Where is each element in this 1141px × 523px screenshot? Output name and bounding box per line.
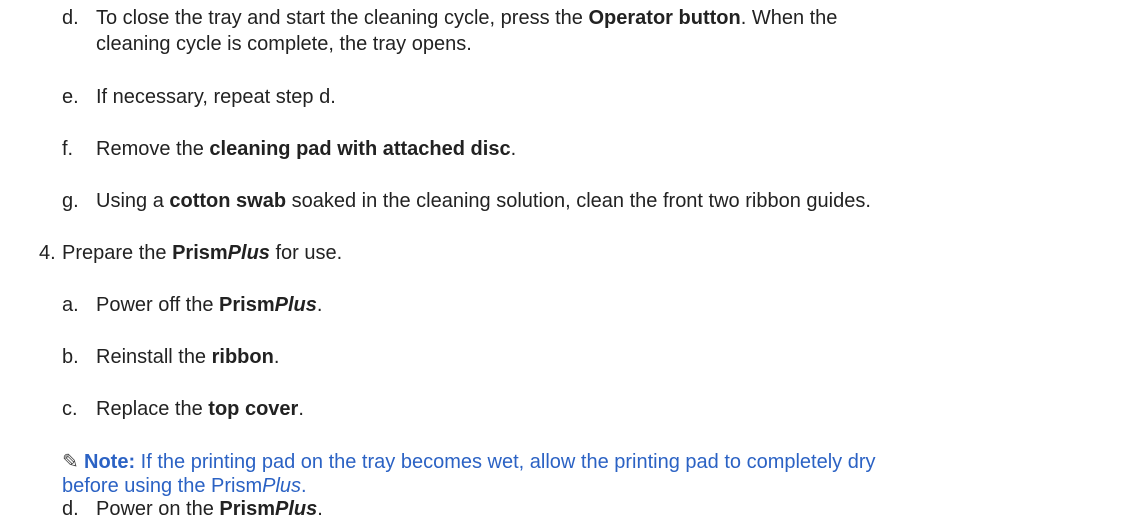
document-page: d. To close the tray and start the clean…: [0, 0, 1141, 523]
list-item-text: If necessary, repeat step d.: [96, 86, 336, 108]
list-item-text: To close the tray and start the cleaning…: [96, 7, 838, 29]
note-label: Note:: [84, 451, 136, 473]
list-marker: c.: [62, 398, 78, 420]
note-callout: ✎ Note: If the printing pad on the tray b…: [62, 450, 876, 474]
list-item-text: Power on the PrismPlus.: [96, 498, 323, 520]
list-marker: b.: [62, 346, 79, 368]
list-marker: g.: [62, 190, 79, 212]
list-marker: a.: [62, 294, 79, 316]
list-item-text: Reinstall the ribbon.: [96, 346, 280, 368]
note-text-line1: If the printing pad on the tray becomes …: [135, 451, 876, 473]
list-marker: d.: [62, 498, 79, 520]
step-number: 4.: [39, 242, 56, 264]
list-item-text: Power off the PrismPlus.: [96, 294, 323, 316]
list-marker: e.: [62, 86, 79, 108]
list-item-text: Remove the cleaning pad with attached di…: [96, 138, 517, 160]
list-marker: f.: [62, 138, 74, 160]
list-item-text: Replace the top cover.: [96, 398, 304, 420]
pencil-icon: ✎: [62, 451, 79, 473]
list-item-continuation: cleaning cycle is complete, the tray ope…: [96, 33, 472, 55]
list-item-text: Using a cotton swab soaked in the cleani…: [96, 190, 871, 212]
list-marker: d.: [62, 7, 79, 29]
step-text: Prepare the PrismPlus for use.: [62, 242, 343, 264]
note-callout-line2: before using the PrismPlus.: [62, 475, 307, 497]
